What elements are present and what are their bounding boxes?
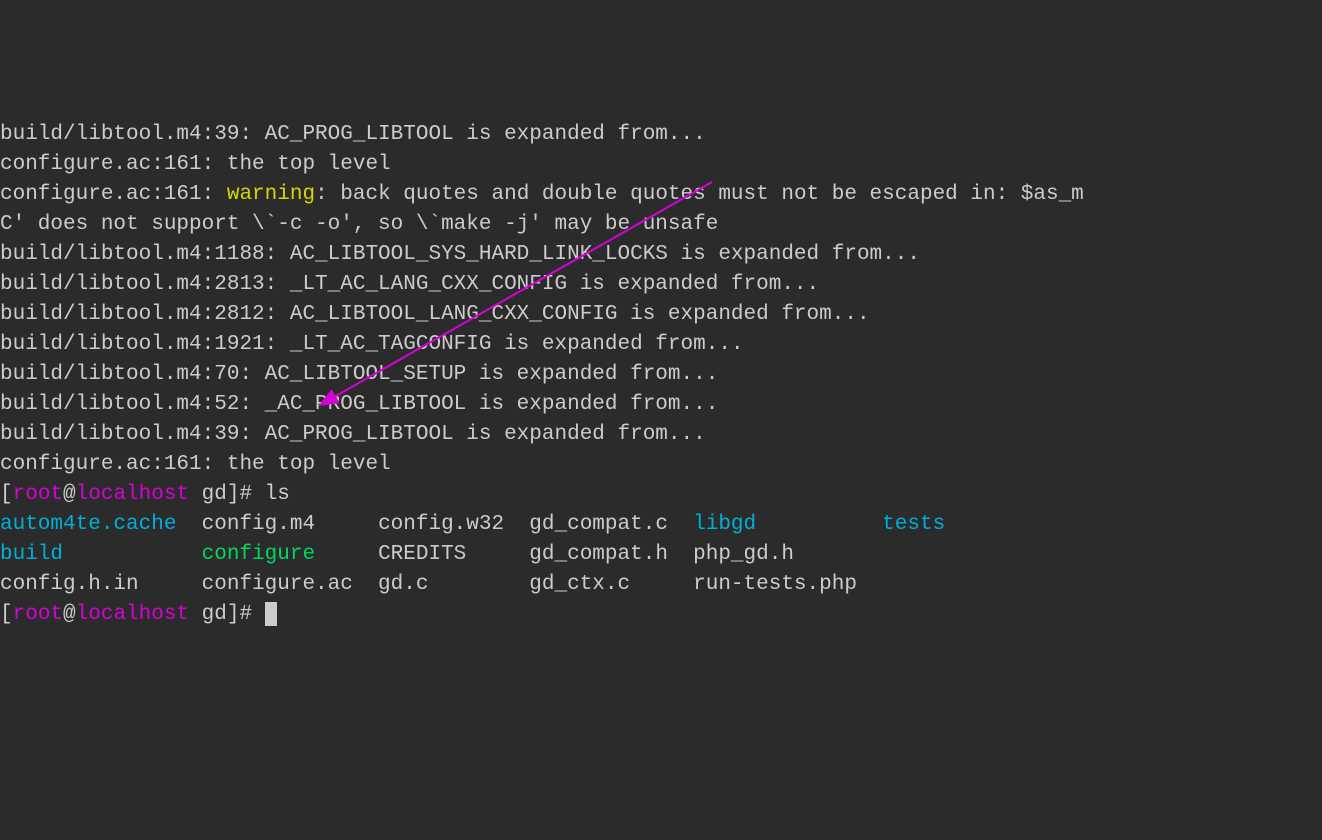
terminal-text-segment: gd]# ls [189,483,290,506]
terminal-output[interactable]: build/libtool.m4:39: AC_PROG_LIBTOOL is … [0,120,1322,630]
terminal-line: [root@localhost gd]# [0,600,1322,630]
terminal-line: build/libtool.m4:39: AC_PROG_LIBTOOL is … [0,420,1322,450]
terminal-line: build/libtool.m4:1188: AC_LIBTOOL_SYS_HA… [0,240,1322,270]
terminal-text-segment: tests [882,513,945,536]
terminal-text-segment: CREDITS gd_compat.h php_gd.h [315,543,794,566]
terminal-text-segment [756,513,882,536]
terminal-line: build/libtool.m4:70: AC_LIBTOOL_SETUP is… [0,360,1322,390]
terminal-text-segment: C' does not support \`-c -o', so \`make … [0,213,718,236]
terminal-text-segment: build/libtool.m4:70: AC_LIBTOOL_SETUP is… [0,363,718,386]
terminal-text-segment: build/libtool.m4:39: AC_PROG_LIBTOOL is … [0,423,706,446]
terminal-line: build configure CREDITS gd_compat.h php_… [0,540,1322,570]
terminal-text-segment: localhost [76,603,189,626]
terminal-text-segment: autom4te.cache [0,513,176,536]
terminal-text-segment: build/libtool.m4:1188: AC_LIBTOOL_SYS_HA… [0,243,920,266]
terminal-text-segment: root [13,603,63,626]
terminal-line: configure.ac:161: the top level [0,150,1322,180]
terminal-text-segment: config.h.in configure.ac gd.c gd_ctx.c r… [0,573,857,596]
terminal-text-segment: config.m4 config.w32 gd_compat.c [176,513,693,536]
terminal-line: configure.ac:161: the top level [0,450,1322,480]
terminal-text-segment: @ [63,483,76,506]
terminal-text-segment: warning [227,183,315,206]
terminal-text-segment: : back quotes and double quotes must not… [315,183,1084,206]
terminal-text-segment: @ [63,603,76,626]
terminal-text-segment: configure.ac:161: the top level [0,153,391,176]
terminal-line: build/libtool.m4:2813: _LT_AC_LANG_CXX_C… [0,270,1322,300]
terminal-line: [root@localhost gd]# ls [0,480,1322,510]
terminal-line: build/libtool.m4:1921: _LT_AC_TAGCONFIG … [0,330,1322,360]
terminal-text-segment: build [0,543,63,566]
terminal-text-segment: configure.ac:161: [0,183,227,206]
terminal-text-segment: configure.ac:161: the top level [0,453,391,476]
terminal-text-segment: build/libtool.m4:2813: _LT_AC_LANG_CXX_C… [0,273,819,296]
terminal-cursor [265,602,277,626]
terminal-text-segment [63,543,202,566]
terminal-text-segment: libgd [693,513,756,536]
terminal-text-segment: gd]# [189,603,265,626]
terminal-line: build/libtool.m4:2812: AC_LIBTOOL_LANG_C… [0,300,1322,330]
terminal-text-segment: root [13,483,63,506]
terminal-line: C' does not support \`-c -o', so \`make … [0,210,1322,240]
terminal-text-segment: build/libtool.m4:2812: AC_LIBTOOL_LANG_C… [0,303,870,326]
terminal-line: build/libtool.m4:39: AC_PROG_LIBTOOL is … [0,120,1322,150]
terminal-line: autom4te.cache config.m4 config.w32 gd_c… [0,510,1322,540]
terminal-line: build/libtool.m4:52: _AC_PROG_LIBTOOL is… [0,390,1322,420]
terminal-text-segment: build/libtool.m4:39: AC_PROG_LIBTOOL is … [0,123,706,146]
terminal-text-segment: build/libtool.m4:52: _AC_PROG_LIBTOOL is… [0,393,718,416]
terminal-text-segment: build/libtool.m4:1921: _LT_AC_TAGCONFIG … [0,333,744,356]
terminal-line: config.h.in configure.ac gd.c gd_ctx.c r… [0,570,1322,600]
terminal-text-segment: localhost [76,483,189,506]
terminal-text-segment: [ [0,603,13,626]
terminal-line: configure.ac:161: warning: back quotes a… [0,180,1322,210]
terminal-text-segment: configure [202,543,315,566]
terminal-text-segment: [ [0,483,13,506]
